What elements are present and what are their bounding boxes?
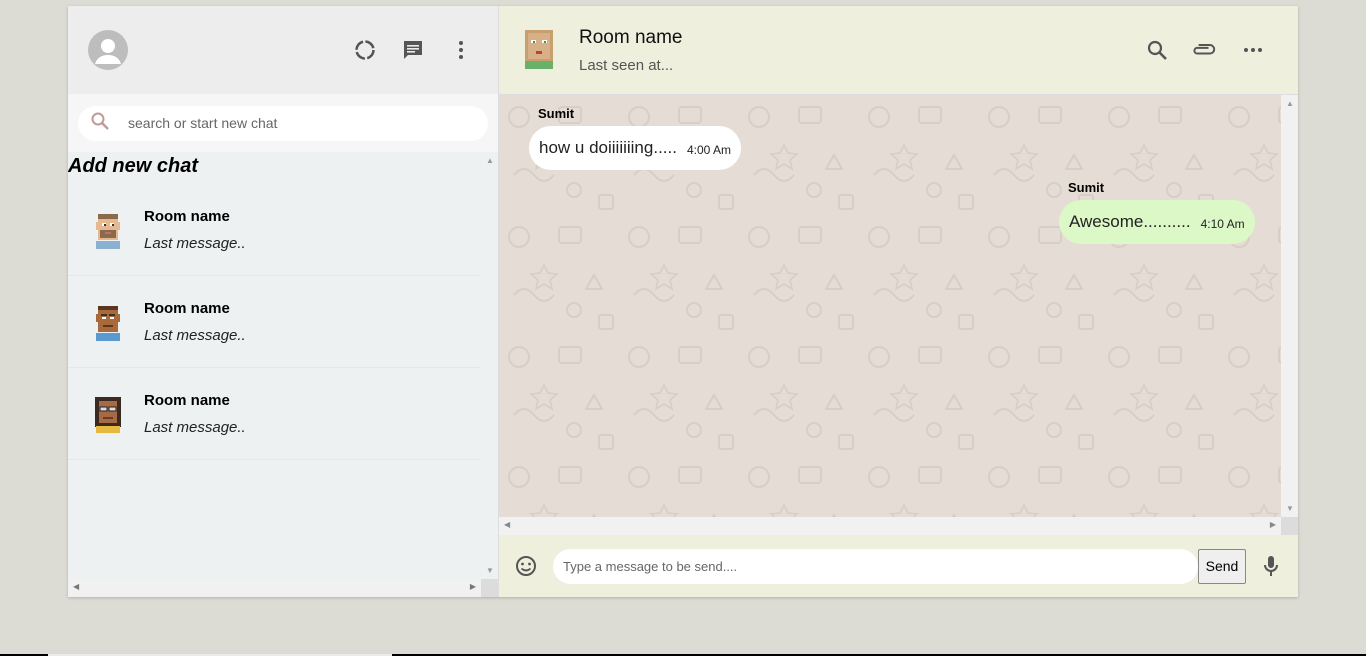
chat-name: Room name [144,391,230,409]
chat-name: Room name [144,207,230,225]
sidebar-header [68,6,498,94]
attach-icon[interactable] [1190,35,1220,65]
chat-name: Room name [144,299,230,317]
message-composer: Send [499,535,1298,597]
scrollbar-corner [1281,517,1298,535]
search-icon[interactable] [1142,35,1172,65]
chat-last-message: Last message.. [144,418,246,436]
sidebar-vertical-scrollbar[interactable]: ▲ ▼ [481,152,498,579]
scrollbar-corner [481,579,498,597]
message-bubble-outgoing[interactable]: Awesome.......... 4:10 Am [1059,200,1255,244]
chat-list-item[interactable]: Room name Last message.. [68,368,481,460]
last-seen: Last seen at... [579,56,674,74]
search-box [78,105,488,141]
room-avatar [90,394,126,434]
message-time: 4:10 Am [1200,216,1245,231]
message-sender: Sumit [538,106,575,121]
search-container [68,94,498,152]
chat-list-item[interactable]: Room name Last message.. [68,184,481,276]
room-avatar [90,210,126,250]
sidebar-horizontal-scrollbar[interactable]: ◀ ▶ [68,579,481,597]
user-avatar-icon[interactable] [88,30,128,70]
status-ring-icon[interactable] [350,35,380,65]
room-title: Room name [579,26,683,48]
more-vert-icon[interactable] [446,35,476,65]
message-bubble-incoming[interactable]: how u doiiiiiiing..... 4:00 Am [529,126,741,170]
chat-panel: Room name Last seen at... Sumit how u do… [499,6,1298,597]
chat-list: Add new chat Room name Last message.. Ro… [68,152,498,597]
chat-last-message: Last message.. [144,234,246,252]
more-horiz-icon[interactable] [1238,35,1268,65]
message-text: how u doiiiiiiing..... [539,138,677,157]
message-sender: Sumit [1068,180,1105,195]
chat-last-message: Last message.. [144,326,246,344]
search-input[interactable] [128,115,448,131]
chat-header: Room name Last seen at... [499,6,1298,95]
room-avatar[interactable] [519,27,559,74]
mic-icon[interactable] [1256,551,1286,581]
search-icon [90,111,110,136]
chat-icon[interactable] [398,35,428,65]
messages-vertical-scrollbar[interactable]: ▲ ▼ [1281,95,1298,517]
message-text: Awesome.......... [1069,212,1191,231]
send-button[interactable]: Send [1198,548,1246,584]
message-input[interactable] [553,548,1198,584]
chat-list-item[interactable]: Room name Last message.. [68,276,481,368]
room-avatar [90,302,126,342]
sidebar: Add new chat Roo [68,6,499,597]
messages-horizontal-scrollbar[interactable]: ◀ ▶ [499,517,1281,535]
messages-area: Sumit how u doiiiiiiing..... 4:00 Am Sum… [499,95,1298,535]
message-list: Sumit how u doiiiiiiing..... 4:00 Am Sum… [499,95,1281,517]
chat-app: Add new chat Roo [68,6,1298,597]
emoji-icon[interactable] [511,551,541,581]
message-time: 4:00 Am [686,142,731,157]
add-new-chat[interactable]: Add new chat [68,152,481,184]
